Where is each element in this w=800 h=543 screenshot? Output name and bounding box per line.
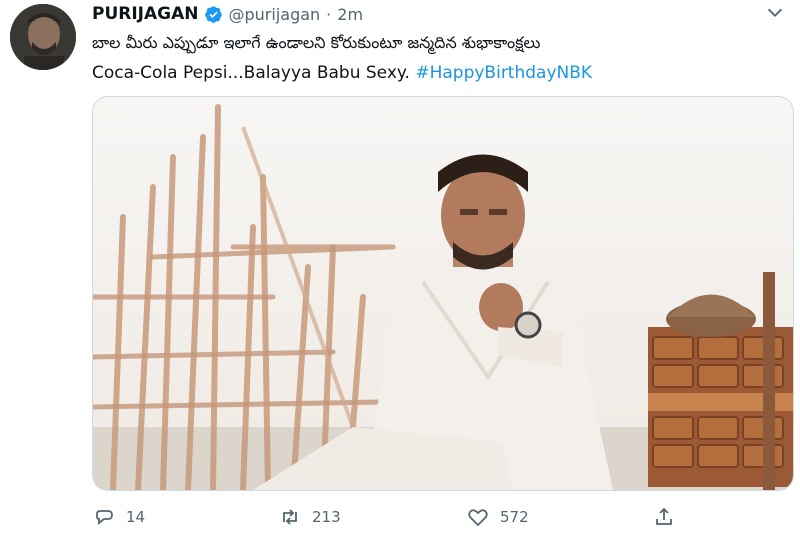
- verified-badge-icon: [204, 5, 222, 23]
- share-icon: [656, 507, 672, 525]
- tweet-text-line-1: బాల మీరు ఎప్పుడూ ఇలాగే ఉండాలని కోరుకుంటూ…: [92, 33, 541, 52]
- avatar-image: [10, 4, 76, 70]
- reply-action[interactable]: 14: [92, 505, 145, 529]
- heart-icon: [468, 509, 488, 527]
- author-avatar[interactable]: [10, 4, 76, 70]
- separator-dot: ·: [326, 4, 332, 24]
- retweet-icon: [283, 509, 297, 525]
- tweet-text: Coca-Cola Pepsi...Balayya Babu Sexy.: [92, 63, 410, 83]
- author-handle[interactable]: @purijagan: [229, 5, 321, 24]
- photo-scene: [93, 97, 793, 490]
- tweet-actions: 14 213 572: [92, 505, 792, 535]
- tweet-timestamp[interactable]: 2m: [337, 5, 363, 24]
- share-action[interactable]: [652, 505, 676, 529]
- chevron-down-icon[interactable]: [764, 2, 786, 24]
- retweet-action[interactable]: 213: [278, 505, 341, 529]
- hashtag-link[interactable]: #HappyBirthdayNBK: [415, 63, 592, 83]
- like-count: 572: [500, 508, 529, 526]
- reply-icon: [96, 510, 113, 525]
- reply-count: 14: [126, 508, 146, 526]
- like-action[interactable]: 572: [466, 505, 529, 529]
- author-name[interactable]: PURIJAGAN: [92, 4, 199, 24]
- retweet-count: 213: [312, 508, 341, 526]
- tweet-header: PURIJAGAN @purijagan · 2m: [92, 2, 363, 26]
- tweet-media-image[interactable]: [92, 96, 794, 491]
- tweet-text-line-2: Coca-Cola Pepsi...Balayya Babu Sexy. #Ha…: [92, 61, 592, 85]
